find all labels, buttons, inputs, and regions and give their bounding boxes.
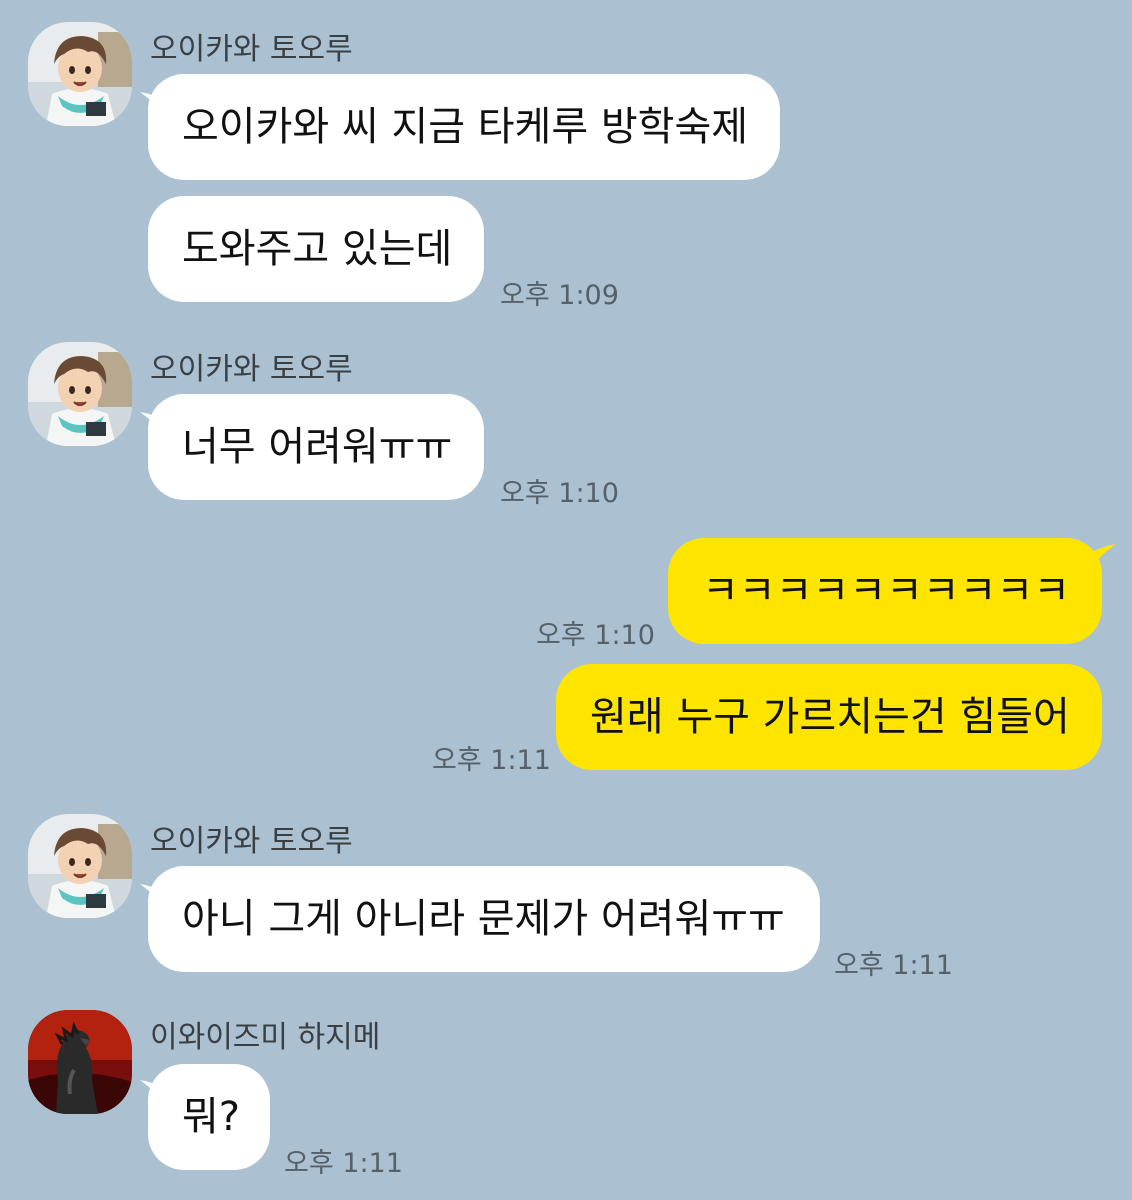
oikawa-avatar-icon (28, 22, 132, 126)
timestamp: 오후 1:11 (284, 1148, 403, 1179)
message-text: 도와주고 있는데 (182, 226, 453, 272)
message-bubble[interactable]: 아니 그게 아니라 문제가 어려워ㅠㅠ (148, 866, 820, 972)
avatar[interactable] (28, 22, 132, 126)
message-bubble[interactable]: 원래 누구 가르치는건 힘들어 (556, 664, 1102, 770)
message-bubble[interactable]: 도와주고 있는데 (148, 196, 484, 302)
timestamp: 오후 1:10 (500, 478, 619, 509)
message-bubble[interactable]: 오이카와 씨 지금 타케루 방학숙제 (148, 74, 780, 180)
sender-name: 오이카와 토오루 (150, 824, 353, 859)
message-text: 원래 누구 가르치는건 힘들어 (590, 694, 1070, 740)
message-text: ㅋㅋㅋㅋㅋㅋㅋㅋㅋㅋ (702, 568, 1070, 614)
message-text: 너무 어려워ㅠㅠ (182, 424, 453, 470)
message-bubble[interactable]: ㅋㅋㅋㅋㅋㅋㅋㅋㅋㅋ (668, 538, 1102, 644)
message-bubble[interactable]: 뭐? (148, 1064, 270, 1170)
timestamp: 오후 1:11 (432, 745, 551, 776)
sender-name: 오이카와 토오루 (150, 352, 353, 387)
oikawa-avatar-icon (28, 814, 132, 918)
message-text: 아니 그게 아니라 문제가 어려워ㅠㅠ (182, 896, 785, 942)
message-bubble[interactable]: 너무 어려워ㅠㅠ (148, 394, 484, 500)
timestamp: 오후 1:09 (500, 280, 619, 311)
bubble-tail (1092, 544, 1116, 566)
avatar[interactable] (28, 814, 132, 918)
timestamp: 오후 1:11 (834, 950, 953, 981)
message-text: 오이카와 씨 지금 타케루 방학숙제 (182, 104, 749, 150)
sender-name: 오이카와 토오루 (150, 32, 353, 67)
timestamp: 오후 1:10 (536, 620, 655, 651)
avatar[interactable] (28, 1010, 132, 1114)
message-text: 뭐? (182, 1094, 241, 1140)
godzilla-avatar-icon (28, 1010, 132, 1114)
sender-name: 이와이즈미 하지메 (150, 1020, 381, 1055)
avatar[interactable] (28, 342, 132, 446)
oikawa-avatar-icon (28, 342, 132, 446)
